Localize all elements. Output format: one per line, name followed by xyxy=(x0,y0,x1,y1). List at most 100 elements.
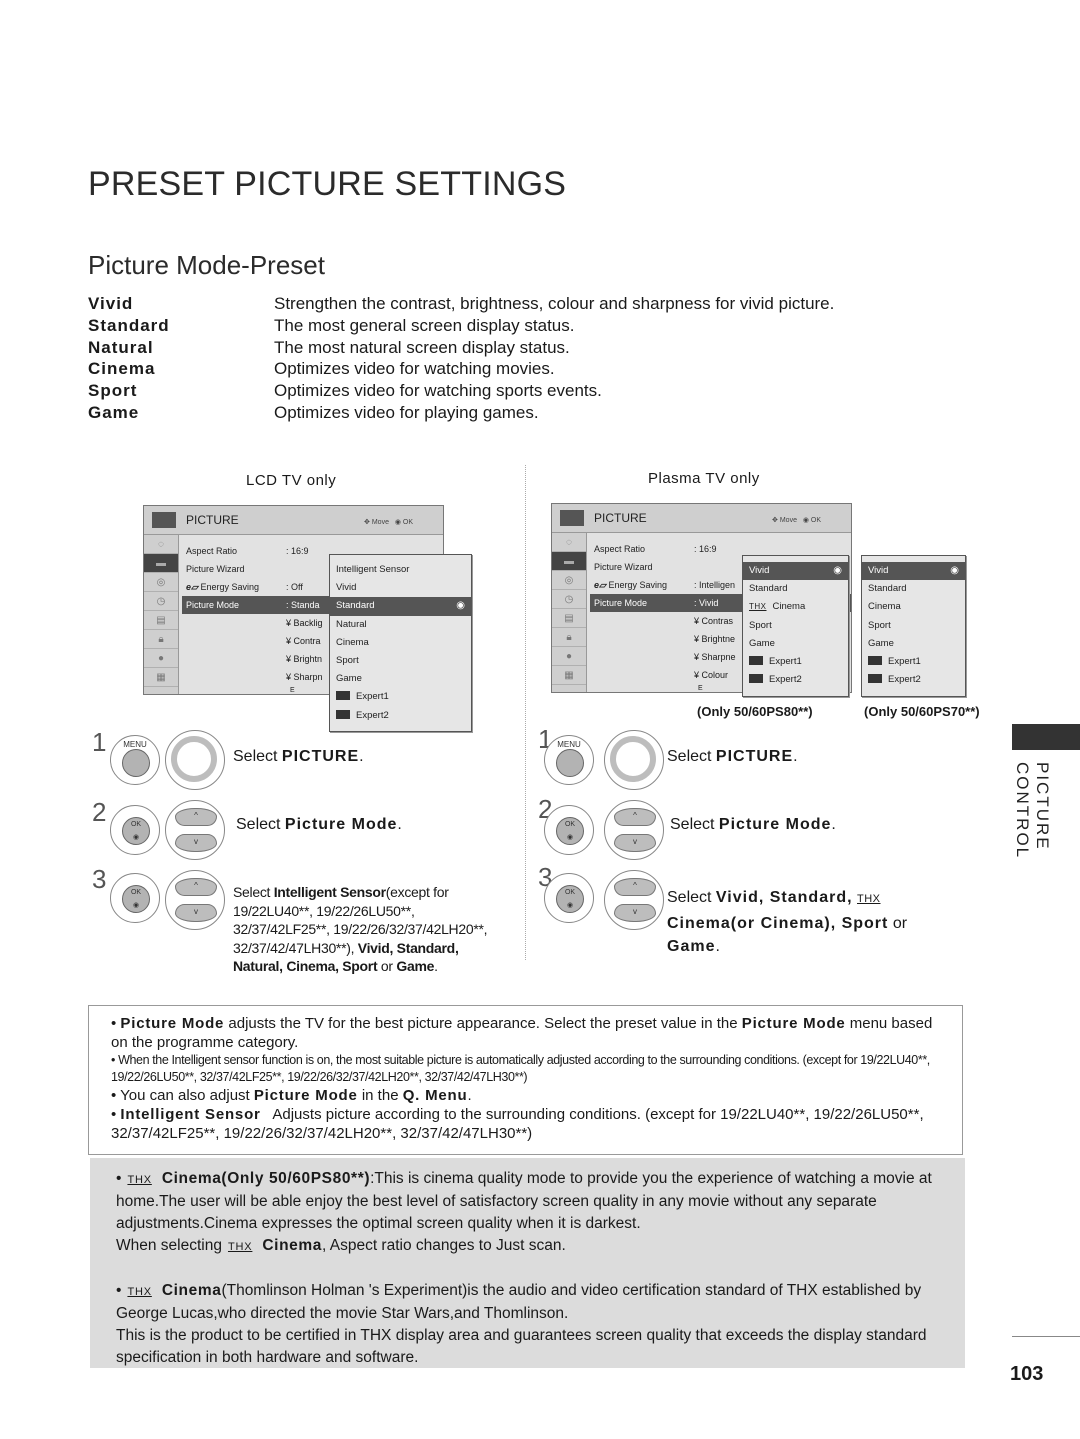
expert-icon xyxy=(749,655,763,665)
chapter-tab xyxy=(1012,724,1080,750)
ok-button[interactable]: OK ◉ xyxy=(110,805,160,855)
picture-icon[interactable]: ▬ xyxy=(144,554,178,573)
up-down-buttons[interactable]: ^ v xyxy=(165,870,225,930)
lock-icon[interactable]: 🔒︎ xyxy=(144,630,178,649)
popup-item[interactable]: Game xyxy=(743,635,848,653)
popup-item-selected[interactable]: Vivid xyxy=(743,562,848,580)
clock-icon[interactable]: ◷ xyxy=(552,590,586,609)
popup-item[interactable]: Natural xyxy=(330,616,471,634)
mode-row: Game Optimizes video for playing games. xyxy=(88,402,834,424)
popup-item[interactable]: Sport xyxy=(330,652,471,670)
menu-button[interactable]: MENU xyxy=(544,735,594,785)
mode-desc: Optimizes video for watching movies. xyxy=(274,359,555,379)
move-icon: ✥ xyxy=(772,517,780,524)
picture-icon[interactable]: ▬ xyxy=(552,552,586,571)
popup-item-selected[interactable]: Vivid xyxy=(862,562,965,580)
popup-item[interactable]: Game xyxy=(862,635,965,653)
expert-icon xyxy=(336,709,350,719)
menu-header: PICTURE ✥ Move ◉ OK xyxy=(552,504,851,533)
plasma-label: Plasma TV only xyxy=(648,470,760,487)
thx-logo-icon: THX xyxy=(127,1286,152,1298)
dpad-nav[interactable] xyxy=(165,730,225,790)
popup-item[interactable]: Expert2 xyxy=(743,671,848,689)
expert-icon xyxy=(868,674,882,684)
plasma-ps80-popup: Vivid Standard THXCinema Sport Game Expe… xyxy=(742,555,849,697)
mode-desc: Optimizes video for playing games. xyxy=(274,402,539,422)
popup-item[interactable]: Sport xyxy=(862,617,965,635)
menu-sidebar: ◌ ▬ ◎ ◷ ▤ 🔒︎ ● ▦ xyxy=(144,535,179,694)
mode-row: Sport Optimizes video for watching sports… xyxy=(88,380,834,402)
popup-item[interactable]: Vivid xyxy=(330,579,471,597)
up-down-buttons[interactable]: ^ v xyxy=(604,870,664,930)
column-divider xyxy=(525,465,526,960)
thx-logo-icon: THX xyxy=(857,893,881,905)
lock-icon[interactable]: 🔒︎ xyxy=(552,628,586,647)
expert-icon xyxy=(336,691,350,701)
lcd-label: LCD TV only xyxy=(246,472,337,489)
thx-note-item: • THX Cinema(Thomlinson Holman 's Experime… xyxy=(116,1282,922,1322)
note-item: • When the Intelligent sensor function i… xyxy=(111,1053,930,1084)
mode-desc: The most general screen display status. xyxy=(274,315,575,335)
mode-desc: Optimizes video for watching sports even… xyxy=(274,381,602,401)
step-number: 3 xyxy=(92,864,107,894)
note-item: • Intelligent Sensor Adjusts picture acc… xyxy=(111,1106,924,1142)
step3-text: Select Intelligent Sensor(except for 19/… xyxy=(233,884,488,974)
popup-item[interactable]: Expert1 xyxy=(330,688,471,706)
mode-list: Vivid Strengthen the contrast, brightness… xyxy=(88,293,834,424)
clock-icon[interactable]: ◷ xyxy=(144,592,178,611)
ok-button[interactable]: OK ◉ xyxy=(544,805,594,855)
usb-icon[interactable]: ● xyxy=(552,647,586,666)
popup-item[interactable]: Cinema xyxy=(330,634,471,652)
expert-icon xyxy=(749,674,763,684)
thx-note-item: When selecting THX Cinema, Aspect ratio ch… xyxy=(116,1237,566,1254)
step-number: 2 xyxy=(92,797,107,827)
ok-button[interactable]: OK ◉ xyxy=(544,873,594,923)
note-item: • You can also adjust Picture Mode in th… xyxy=(111,1087,472,1104)
move-icon: ✥ xyxy=(364,519,372,526)
speaker-icon[interactable]: ◎ xyxy=(144,573,178,592)
popup-item[interactable]: Intelligent Sensor xyxy=(330,561,471,579)
globe-icon[interactable]: ◌ xyxy=(144,535,178,554)
mode-name: Cinema xyxy=(88,359,156,379)
dpad-nav[interactable] xyxy=(604,730,664,790)
ps70-caption: (Only 50/60PS70**) xyxy=(864,704,980,719)
thx-note-item: This is the product to be certified in T… xyxy=(116,1327,927,1366)
mode-name: Vivid xyxy=(88,294,134,313)
mode-name: Game xyxy=(88,402,140,422)
popup-item[interactable]: THX Cinema xyxy=(743,598,848,616)
popup-item[interactable]: Cinema xyxy=(862,598,965,616)
thx-logo-icon: THX xyxy=(749,602,767,612)
popup-item[interactable]: Expert2 xyxy=(330,707,471,725)
section-title: Picture Mode-Preset xyxy=(88,250,325,280)
option-icon[interactable]: ▤ xyxy=(144,611,178,630)
tv-icon xyxy=(152,512,176,528)
step-number: 1 xyxy=(92,727,107,757)
popup-item[interactable]: Standard xyxy=(862,580,965,598)
ok-icon: ◉ xyxy=(802,517,811,524)
mode-row: Cinema Optimizes video for watching movie… xyxy=(88,358,834,380)
popup-item[interactable]: Expert1 xyxy=(743,653,848,671)
speaker-icon[interactable]: ◎ xyxy=(552,571,586,590)
ok-icon: ◉ xyxy=(394,519,403,526)
menu-title: PICTURE xyxy=(186,513,239,527)
globe-icon[interactable]: ◌ xyxy=(552,533,586,552)
usb-icon[interactable]: ● xyxy=(144,649,178,668)
mode-name: Standard xyxy=(88,315,170,335)
mode-row: Natural The most natural screen display s… xyxy=(88,337,834,359)
thx-note-item: • THX Cinema(Only 50/60PS80**):This is cin… xyxy=(116,1170,932,1232)
menu-button[interactable]: MENU xyxy=(110,735,160,785)
popup-item[interactable]: Game xyxy=(330,670,471,688)
up-down-buttons[interactable]: ^ v xyxy=(165,800,225,860)
ok-button[interactable]: OK ◉ xyxy=(110,873,160,923)
popup-item[interactable]: Sport xyxy=(743,617,848,635)
input-icon[interactable]: ▦ xyxy=(552,666,586,685)
mode-desc: The most natural screen display status. xyxy=(274,337,570,357)
tv-icon xyxy=(560,510,584,526)
popup-item[interactable]: Expert1 xyxy=(862,653,965,671)
popup-item[interactable]: Standard xyxy=(743,580,848,598)
popup-item[interactable]: Expert2 xyxy=(862,671,965,689)
option-icon[interactable]: ▤ xyxy=(552,609,586,628)
input-icon[interactable]: ▦ xyxy=(144,668,178,687)
up-down-buttons[interactable]: ^ v xyxy=(604,800,664,860)
popup-item-selected[interactable]: Standard xyxy=(330,597,471,616)
